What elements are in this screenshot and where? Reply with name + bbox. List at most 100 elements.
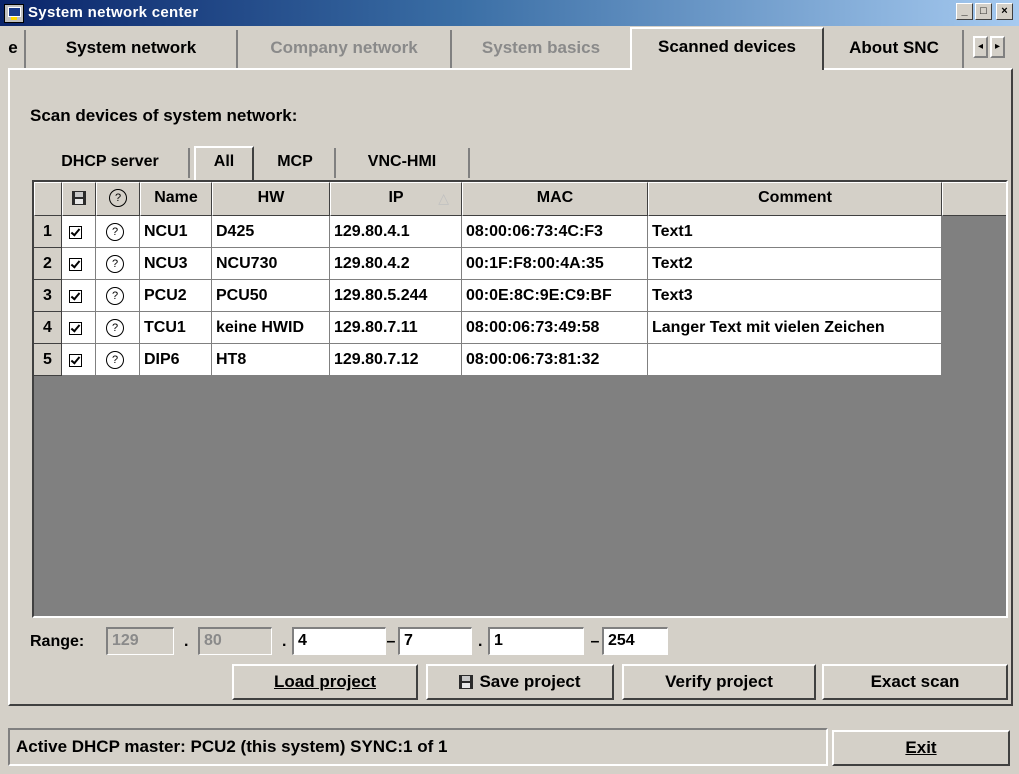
cell-mac[interactable]: 08:00:06:73:49:58: [462, 312, 648, 344]
verify-project-button[interactable]: Verify project: [622, 664, 816, 700]
cell-hw[interactable]: HT8: [212, 344, 330, 376]
row-checkbox-cell[interactable]: [62, 312, 96, 344]
corner-header: [34, 182, 62, 216]
cell-comment[interactable]: Langer Text mit vielen Zeichen: [648, 312, 942, 344]
tab-system-basics[interactable]: System basics: [452, 30, 630, 68]
row-number[interactable]: 4: [34, 312, 62, 344]
cell-comment[interactable]: [648, 344, 942, 376]
row-help-cell[interactable]: ?: [96, 248, 140, 280]
help-icon[interactable]: ?: [106, 351, 124, 369]
cell-ip[interactable]: 129.80.5.244: [330, 280, 462, 312]
tab-scroll-right-button[interactable]: ▸: [990, 36, 1005, 58]
help-icon: ?: [109, 189, 127, 207]
column-header-hw[interactable]: HW: [212, 182, 330, 216]
tab-about-snc[interactable]: About SNC: [826, 30, 964, 68]
close-button[interactable]: ×: [996, 3, 1013, 20]
cell-hw[interactable]: PCU50: [212, 280, 330, 312]
subtab-dhcp-server[interactable]: DHCP server: [32, 148, 190, 178]
row-number[interactable]: 2: [34, 248, 62, 280]
row-checkbox[interactable]: [69, 290, 82, 303]
range-octet4-from-field[interactable]: 1: [488, 627, 584, 655]
cell-mac[interactable]: 08:00:06:73:81:32: [462, 344, 648, 376]
tab-scroll-left-button[interactable]: ◂: [973, 36, 988, 58]
load-project-label: Load project: [273, 672, 376, 691]
row-number[interactable]: 1: [34, 216, 62, 248]
row-checkbox[interactable]: [69, 258, 82, 271]
cell-hw[interactable]: NCU730: [212, 248, 330, 280]
row-number[interactable]: 3: [34, 280, 62, 312]
column-header-mac[interactable]: MAC: [462, 182, 648, 216]
row-help-cell[interactable]: ?: [96, 216, 140, 248]
cell-hw[interactable]: keine HWID: [212, 312, 330, 344]
exit-button[interactable]: Exit: [832, 730, 1010, 766]
row-checkbox[interactable]: [69, 322, 82, 335]
tab-system-network[interactable]: System network: [26, 30, 238, 68]
column-header-name[interactable]: Name: [140, 182, 212, 216]
range-dot-2: .: [282, 633, 287, 650]
save-icon: [459, 675, 474, 689]
column-header-comment[interactable]: Comment: [648, 182, 942, 216]
help-icon[interactable]: ?: [106, 287, 124, 305]
cell-comment[interactable]: Text2: [648, 248, 942, 280]
range-octet3-to-field[interactable]: 7: [398, 627, 472, 655]
app-icon: [4, 4, 24, 23]
cell-name[interactable]: NCU3: [140, 248, 212, 280]
range-label: Range:: [30, 633, 85, 650]
exit-label: Exit: [905, 738, 937, 757]
range-octet2-field[interactable]: 80: [198, 627, 272, 655]
cell-name[interactable]: NCU1: [140, 216, 212, 248]
range-octet3-from-field[interactable]: 4: [292, 627, 386, 655]
cell-ip[interactable]: 129.80.4.2: [330, 248, 462, 280]
column-header-save[interactable]: [62, 182, 96, 216]
column-header-help[interactable]: ?: [96, 182, 140, 216]
cell-name[interactable]: DIP6: [140, 344, 212, 376]
cell-mac[interactable]: 00:0E:8C:9E:C9:BF: [462, 280, 648, 312]
save-project-button[interactable]: Save project: [426, 664, 614, 700]
exact-scan-button[interactable]: Exact scan: [822, 664, 1008, 700]
devices-table[interactable]: ? Name HW IP △ MAC Comment 1? NCU1 D425 129…: [32, 180, 1008, 618]
cell-ip[interactable]: 129.80.7.12: [330, 344, 462, 376]
row-checkbox[interactable]: [69, 354, 82, 367]
cell-comment[interactable]: Text1: [648, 216, 942, 248]
status-bar: Active DHCP master: PCU2 (this system) S…: [8, 728, 828, 766]
range-octet4-to-field[interactable]: 254: [602, 627, 668, 655]
verify-project-label: Verify project: [665, 672, 773, 691]
tab-scanned-devices[interactable]: Scanned devices: [630, 27, 824, 70]
column-header-ip[interactable]: IP △: [330, 182, 462, 216]
subtab-mcp[interactable]: MCP: [256, 148, 336, 178]
cell-ip[interactable]: 129.80.4.1: [330, 216, 462, 248]
row-checkbox-cell[interactable]: [62, 216, 96, 248]
subtab-all[interactable]: All: [194, 146, 254, 180]
row-checkbox[interactable]: [69, 226, 82, 239]
help-icon[interactable]: ?: [106, 223, 124, 241]
scan-heading: Scan devices of system network:: [30, 106, 298, 125]
row-checkbox-cell[interactable]: [62, 280, 96, 312]
sort-ascending-icon: △: [438, 190, 449, 206]
minimize-button[interactable]: _: [956, 3, 973, 20]
subtab-vnc-hmi[interactable]: VNC-HMI: [336, 148, 470, 178]
row-help-cell[interactable]: ?: [96, 280, 140, 312]
cell-name[interactable]: TCU1: [140, 312, 212, 344]
row-help-cell[interactable]: ?: [96, 312, 140, 344]
column-header-filler: [942, 182, 1006, 216]
row-help-cell[interactable]: ?: [96, 344, 140, 376]
help-icon[interactable]: ?: [106, 255, 124, 273]
tab-partial[interactable]: e: [2, 30, 26, 68]
cell-name[interactable]: PCU2: [140, 280, 212, 312]
help-icon[interactable]: ?: [106, 319, 124, 337]
range-dash-1: –: [386, 633, 396, 650]
row-checkbox-cell[interactable]: [62, 344, 96, 376]
cell-hw[interactable]: D425: [212, 216, 330, 248]
maximize-button[interactable]: □: [975, 3, 992, 20]
row-number[interactable]: 5: [34, 344, 62, 376]
cell-mac[interactable]: 00:1F:F8:00:4A:35: [462, 248, 648, 280]
row-checkbox-cell[interactable]: [62, 248, 96, 280]
cell-mac[interactable]: 08:00:06:73:4C:F3: [462, 216, 648, 248]
save-project-label: Save project: [479, 672, 581, 691]
range-dot-3: .: [478, 633, 483, 650]
cell-comment[interactable]: Text3: [648, 280, 942, 312]
range-octet1-field[interactable]: 129: [106, 627, 174, 655]
cell-ip[interactable]: 129.80.7.11: [330, 312, 462, 344]
load-project-button[interactable]: Load project: [232, 664, 418, 700]
tab-company-network[interactable]: Company network: [238, 30, 452, 68]
